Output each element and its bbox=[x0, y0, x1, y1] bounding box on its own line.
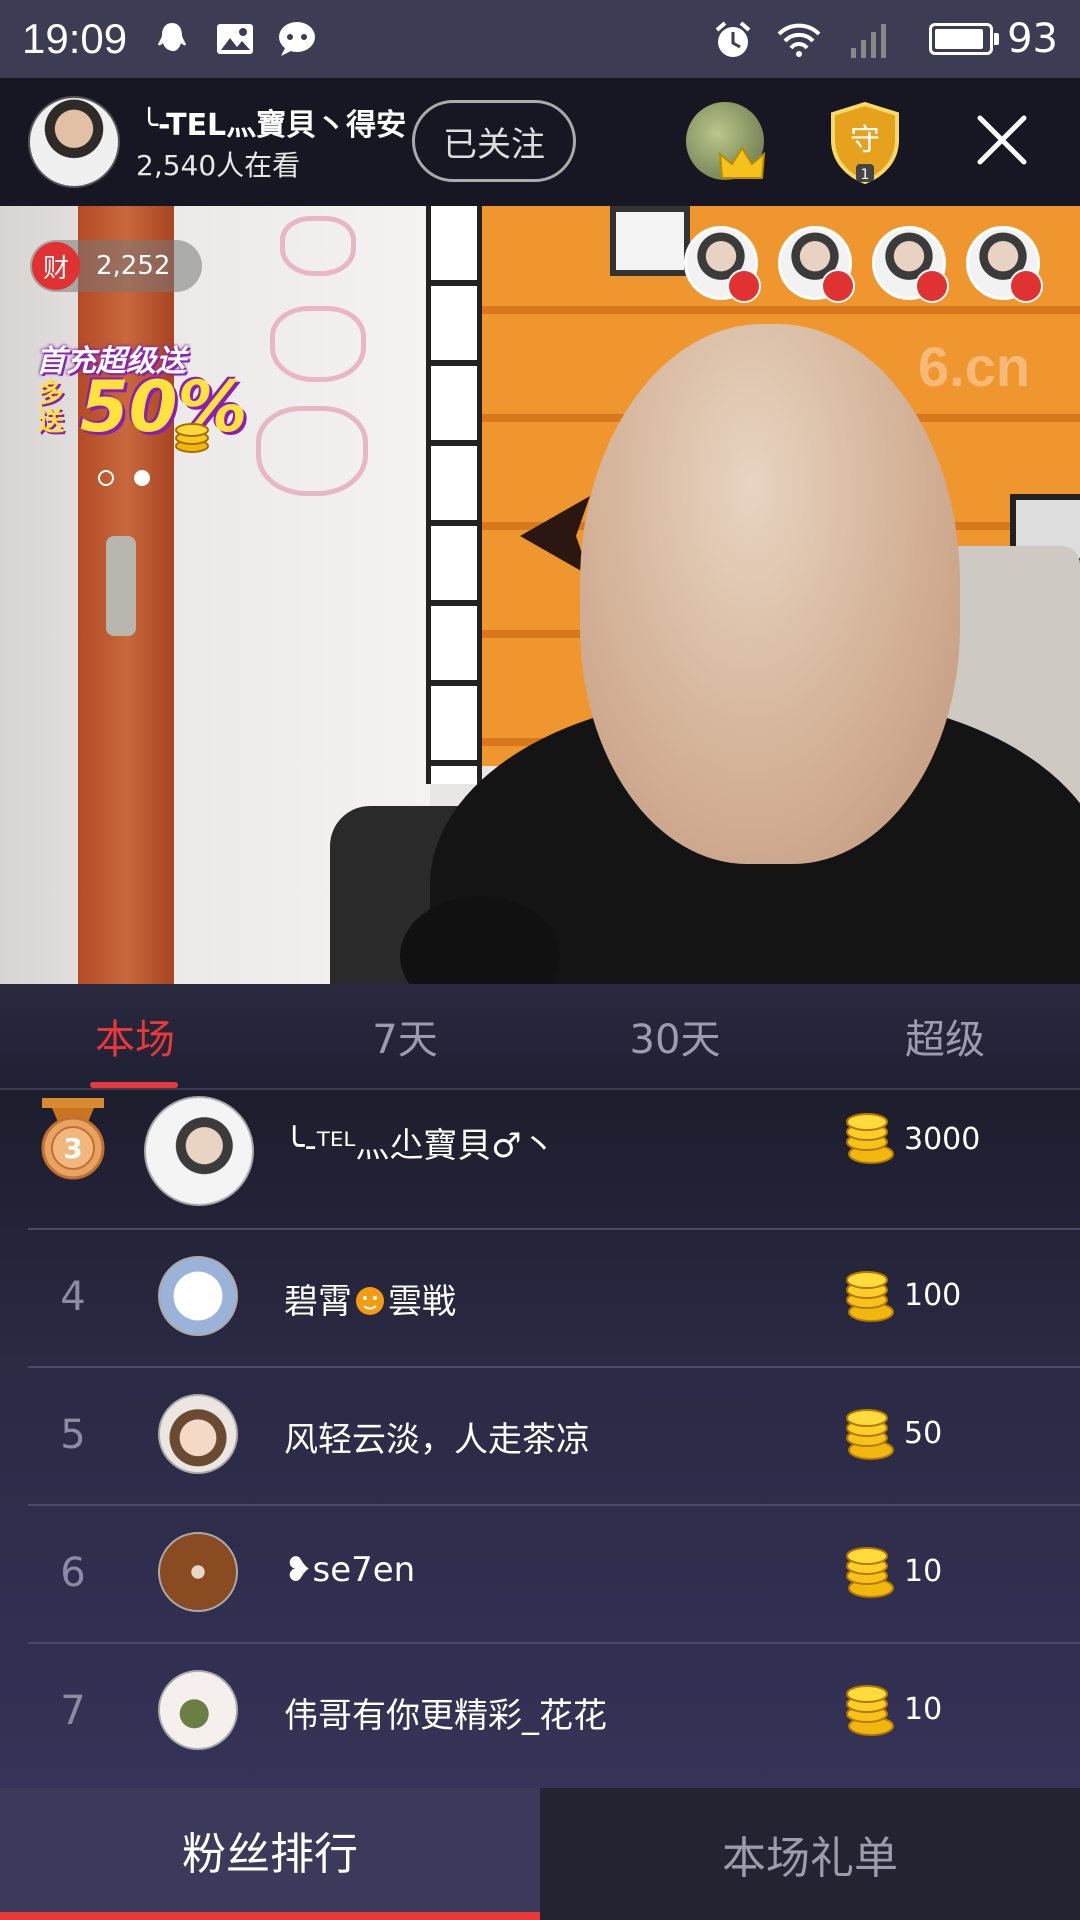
coin-icon bbox=[846, 1113, 894, 1164]
close-icon[interactable] bbox=[970, 108, 1034, 172]
carousel-dot bbox=[134, 470, 150, 486]
host-avatar[interactable] bbox=[28, 96, 120, 188]
guard-count: 1 bbox=[861, 167, 870, 183]
tab-7-days[interactable]: 7天 bbox=[270, 984, 540, 1088]
list-item[interactable]: 7 伟哥有你更精彩_花花 10 bbox=[28, 1644, 1080, 1782]
image-icon bbox=[215, 20, 254, 58]
list-item[interactable]: 4 碧霄 雲戦 100 bbox=[28, 1230, 1080, 1368]
battery-level: 93 bbox=[1007, 16, 1058, 62]
bottom-tabs: 粉丝排行 本场礼单 bbox=[0, 1788, 1080, 1920]
svg-text:守: 守 bbox=[850, 123, 880, 158]
svg-text:3: 3 bbox=[63, 1132, 82, 1165]
wealth-icon: 财 bbox=[32, 242, 80, 290]
sofa-icon bbox=[1009, 269, 1043, 303]
carousel-dot bbox=[98, 470, 114, 486]
first-recharge-promo[interactable]: 首充超级送 多送 50% bbox=[32, 336, 248, 462]
tab-30-days[interactable]: 30天 bbox=[540, 984, 810, 1088]
qq-icon bbox=[153, 20, 191, 58]
user-name: ╰-ᵀᴱᴸ灬尐寶貝♂丶 bbox=[284, 1126, 556, 1166]
coins-icon bbox=[175, 423, 209, 453]
coin-icon bbox=[846, 1685, 894, 1736]
ranking-period-tabs: 本场 7天 30天 超级 bbox=[0, 984, 1080, 1090]
user-name: 伟哥有你更精彩_花花 bbox=[284, 1696, 607, 1736]
wealth-badge[interactable]: 财 2,252 bbox=[30, 240, 202, 292]
host-name[interactable]: ╰-TEL灬寶貝丶得安 bbox=[140, 100, 406, 144]
alarm-icon bbox=[713, 20, 751, 58]
tab-this-show[interactable]: 本场 bbox=[0, 984, 270, 1088]
contribution-amount: 10 bbox=[904, 1692, 943, 1727]
contribution-amount: 100 bbox=[904, 1278, 962, 1313]
rank-number: 6 bbox=[60, 1550, 86, 1596]
promo-carousel-dots bbox=[98, 470, 150, 486]
user-name: 碧霄 雲戦 bbox=[284, 1282, 456, 1322]
status-time: 19:09 bbox=[22, 15, 128, 62]
wealth-value: 2,252 bbox=[96, 251, 171, 281]
user-avatar[interactable] bbox=[158, 1256, 238, 1336]
list-item[interactable]: 3 ╰-ᵀᴱᴸ灬尐寶貝♂丶 3000 bbox=[28, 1086, 1080, 1230]
contribution-amount: 50 bbox=[904, 1416, 943, 1451]
user-avatar[interactable] bbox=[158, 1394, 238, 1474]
sofa-icon bbox=[915, 269, 949, 303]
user-name: 风轻云淡，人走茶凉 bbox=[284, 1420, 590, 1460]
user-avatar[interactable] bbox=[158, 1670, 238, 1750]
tab-fan-ranking[interactable]: 粉丝排行 bbox=[0, 1788, 540, 1920]
follow-button[interactable]: 已关注 bbox=[412, 100, 576, 182]
status-bar: 19:09 93 bbox=[0, 0, 1080, 78]
rank-number: 7 bbox=[60, 1688, 86, 1734]
fan-avatar[interactable] bbox=[966, 226, 1043, 303]
fan-avatar[interactable] bbox=[778, 226, 855, 303]
contribution-amount: 3000 bbox=[904, 1122, 981, 1157]
fan-ranking-list[interactable]: 3 ╰-ᵀᴱᴸ灬尐寶貝♂丶 3000 4 碧霄 雲戦 100 5 风轻云淡，人走茶… bbox=[0, 1090, 1080, 1788]
fan-avatar[interactable] bbox=[684, 226, 761, 303]
crown-icon bbox=[718, 146, 766, 179]
guard-shield-icon[interactable]: 守 1 bbox=[826, 100, 904, 186]
live-header: ╰-TEL灬寶貝丶得安 2,540人在看 已关注 守 1 bbox=[0, 78, 1080, 206]
live-video[interactable]: 6.cn 财 2,252 首充超级送 多送 50% bbox=[0, 206, 1080, 984]
bronze-medal-icon: 3 bbox=[41, 1098, 105, 1180]
rank-number: 4 bbox=[60, 1274, 86, 1320]
sofa-icon bbox=[727, 269, 761, 303]
watermark-logo: 6.cn bbox=[918, 335, 1031, 398]
chat-icon bbox=[277, 20, 316, 58]
wifi-icon bbox=[775, 20, 823, 58]
signal-icon bbox=[847, 20, 895, 58]
user-avatar[interactable] bbox=[144, 1096, 254, 1206]
rank-number: 5 bbox=[60, 1412, 86, 1458]
list-item[interactable]: 5 风轻云淡，人走茶凉 50 bbox=[28, 1368, 1080, 1506]
coin-icon bbox=[846, 1409, 894, 1460]
contribution-amount: 10 bbox=[904, 1554, 943, 1589]
user-avatar[interactable] bbox=[158, 1532, 238, 1612]
coin-icon bbox=[846, 1547, 894, 1598]
tab-super[interactable]: 超级 bbox=[810, 984, 1080, 1088]
top-fans-strip bbox=[684, 226, 1043, 303]
fan-avatar[interactable] bbox=[872, 226, 949, 303]
list-item[interactable]: 6 ❥se7en 10 bbox=[28, 1506, 1080, 1644]
battery-icon bbox=[929, 23, 1000, 55]
user-name: ❥se7en bbox=[284, 1550, 416, 1590]
emoji-icon bbox=[356, 1287, 384, 1315]
tab-gift-list[interactable]: 本场礼单 bbox=[540, 1788, 1080, 1920]
sofa-icon bbox=[821, 269, 855, 303]
coin-icon bbox=[846, 1271, 894, 1322]
viewer-count: 2,540人在看 bbox=[136, 149, 301, 182]
